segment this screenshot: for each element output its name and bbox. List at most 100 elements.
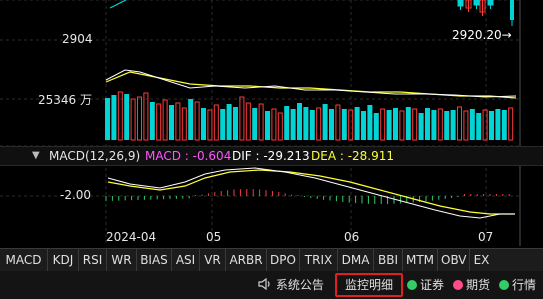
volume-bar [162,99,168,141]
macd-lines [107,167,515,219]
volume-bar [297,103,302,140]
volume-bar [335,104,341,141]
volume-bar [373,113,379,140]
tab-dpo[interactable]: DPO [267,249,300,271]
volume-bar [284,106,290,140]
volume-bar [149,102,155,140]
volume-bar [143,92,149,141]
volume-bar [201,108,206,140]
candlestick-series [109,0,514,26]
macd-header: ▼ MACD(12,26,9) MACD : -0.604 DIF : -29.… [0,146,543,166]
macd-axis-label: -2.00 [60,188,92,202]
volume-bar [175,102,181,141]
volume-bar [265,111,270,140]
volume-bar [354,107,360,140]
tab-arbr[interactable]: ARBR [226,249,267,271]
volume-bar [469,109,475,140]
volume-bar [418,113,424,140]
volume-bar [213,104,219,141]
volume-bar [271,108,277,141]
tab-trix[interactable]: TRIX [300,249,338,271]
volume-ma-lines [105,69,517,99]
volume-bar [431,110,437,140]
date-label: 2024-04 [106,230,157,244]
volume-bar [188,99,194,140]
volume-bar [322,104,328,140]
volume-bar [239,96,245,141]
volume-bar [130,98,136,141]
tab-vr[interactable]: VR [200,249,226,271]
volume-bar [361,111,366,140]
volume-bar [450,110,456,140]
volume-bar [412,108,418,141]
volume-bar [437,108,443,141]
volume-bar [194,101,200,141]
volume-bar [405,107,411,140]
volume-ma-white [105,69,517,98]
tab-wr[interactable]: WR [107,249,137,271]
tab-kdj[interactable]: KDJ [48,249,79,271]
volume-bar [489,111,494,140]
status-dot-icon [407,280,417,290]
date-label: 06 [344,230,360,244]
futures-label: 期货 [466,278,491,292]
tab-asi[interactable]: ASI [172,249,200,271]
dea-line [107,169,515,215]
status-dot-icon [499,280,509,290]
price-axis-label: 2904 [62,32,93,46]
volume-bar [341,109,347,140]
tab-mtm[interactable]: MTM [403,249,438,271]
date-label: 07 [478,230,494,244]
volume-bar [457,106,462,141]
chart-window: 2904 2920.20→ 25346 万 ▼ MACD(12,26,9) MA… [0,0,543,299]
tab-ex[interactable]: EX [470,249,493,271]
tab-macd[interactable]: MACD [0,249,48,271]
volume-ma-yellow [105,71,517,99]
quotes-label: 行情 [512,278,537,292]
volume-bar [380,108,386,141]
volume-bar [233,107,238,140]
tab-rsi[interactable]: RSI [79,249,107,271]
volume-bar [124,94,130,140]
securities-status[interactable]: 证券 [407,271,444,299]
volume-bar [508,107,514,141]
volume-bar [309,110,315,140]
volume-bar [463,110,469,141]
announcement-link[interactable]: 系统公告 [258,271,324,299]
chevron-down-icon[interactable]: ▼ [32,147,40,165]
volume-bar [181,107,187,141]
tab-dma[interactable]: DMA [338,249,374,271]
tab-bias[interactable]: BIAS [137,249,172,271]
speaker-icon [258,277,270,291]
candle-wick [109,0,127,9]
tab-obv[interactable]: OBV [438,249,470,271]
volume-bar [258,103,264,141]
volume-bar [425,108,430,140]
macd-value: MACD : -0.604 [145,149,232,163]
volume-bar [111,95,117,140]
quotes-status[interactable]: 行情 [499,271,536,299]
volume-bar [329,109,334,140]
monitor-detail-button[interactable]: 监控明细 [335,273,403,297]
volume-bar [316,107,322,141]
volume-bar [226,104,232,140]
securities-label: 证券 [420,278,445,292]
volume-bar [245,102,251,141]
macd-indicator-name: MACD(12,26,9) [49,149,141,163]
volume-bar [386,110,392,140]
volume-bar [137,96,142,141]
status-dot-icon [453,280,463,290]
volume-bar [105,98,110,140]
status-bar: 系统公告 监控明细 证券 期货 行情 [0,271,543,299]
volume-bar [156,103,162,141]
dif-value: DIF : -29.213 [232,149,310,163]
date-label: 05 [206,230,222,244]
volume-bar [207,109,213,141]
volume-bar [367,105,373,140]
futures-status[interactable]: 期货 [453,271,490,299]
tab-bbi[interactable]: BBI [374,249,403,271]
indicator-tabs: MACD KDJ RSI WR BIAS ASI VR ARBR DPO TRI… [0,248,543,272]
volume-bar [495,109,501,140]
dea-value: DEA : -28.911 [311,149,395,163]
volume-bar [220,109,226,140]
